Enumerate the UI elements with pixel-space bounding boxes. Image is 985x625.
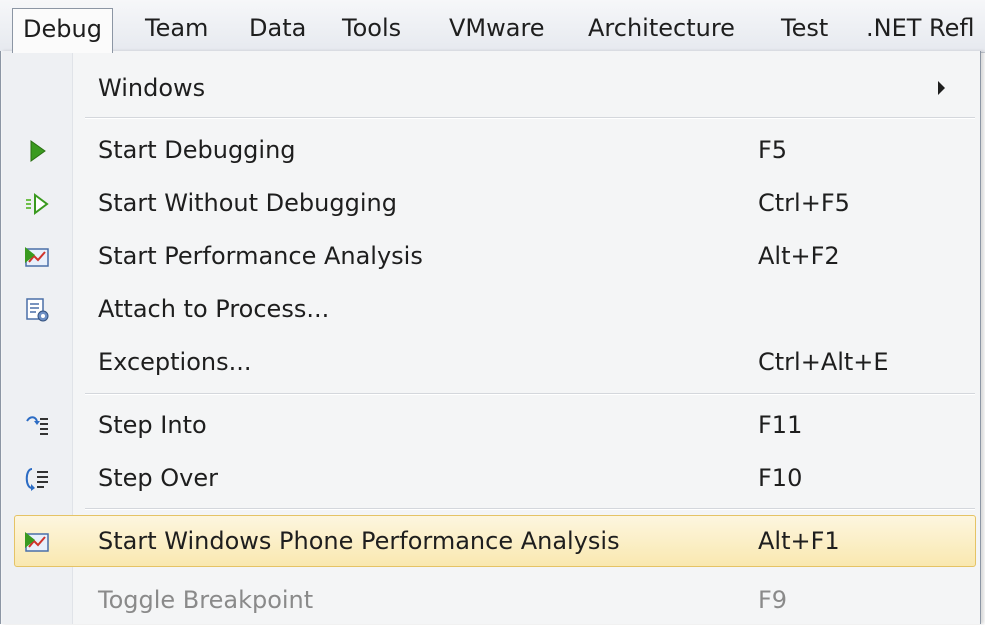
- menu-item-exceptions[interactable]: Exceptions... Ctrl+Alt+E: [2, 337, 979, 387]
- step-into-icon: [24, 413, 50, 439]
- menu-item-shortcut: Ctrl+Alt+E: [758, 348, 889, 376]
- menu-item-label: Step Into: [98, 411, 207, 439]
- debug-dropdown-menu: Windows Start Debugging F5 Start Without…: [0, 51, 981, 624]
- attach-process-icon: [24, 297, 50, 323]
- menu-item-toggle-breakpoint: Toggle Breakpoint F9: [2, 575, 979, 625]
- menu-debug[interactable]: Debug: [12, 8, 113, 53]
- menu-item-shortcut: F10: [758, 464, 803, 492]
- play-outline-icon: [24, 191, 50, 217]
- menu-item-label: Start Without Debugging: [98, 189, 397, 217]
- menu-item-label: Start Performance Analysis: [98, 242, 423, 270]
- menu-item-label: Start Debugging: [98, 136, 296, 164]
- menu-vmware[interactable]: VMware: [449, 12, 545, 44]
- menu-item-shortcut: F9: [758, 586, 788, 614]
- menu-item-shortcut: F11: [758, 411, 803, 439]
- menu-item-start-performance-analysis[interactable]: Start Performance Analysis Alt+F2: [2, 231, 979, 281]
- menu-bar: Debug Team Data Tools VMware Architectur…: [0, 0, 985, 53]
- menu-item-shortcut: F5: [758, 136, 788, 164]
- submenu-arrow-icon: [938, 81, 945, 95]
- step-over-icon: [24, 466, 50, 492]
- menu-item-start-windows-phone-performance-analysis[interactable]: Start Windows Phone Performance Analysis…: [2, 514, 979, 567]
- menu-item-shortcut: Ctrl+F5: [758, 189, 850, 217]
- menu-item-label: Toggle Breakpoint: [98, 586, 314, 614]
- menu-item-start-without-debugging[interactable]: Start Without Debugging Ctrl+F5: [2, 178, 979, 228]
- menu-data[interactable]: Data: [249, 12, 306, 44]
- menu-item-label: Windows: [98, 74, 206, 102]
- menu-item-shortcut: Alt+F2: [758, 242, 840, 270]
- performance-chart-icon: [24, 529, 50, 555]
- menu-separator: [85, 117, 975, 119]
- play-icon: [24, 138, 50, 164]
- menu-item-step-into[interactable]: Step Into F11: [2, 400, 979, 450]
- menu-test[interactable]: Test: [781, 12, 828, 44]
- menu-item-windows[interactable]: Windows: [2, 63, 979, 113]
- menu-item-shortcut: Alt+F1: [758, 527, 840, 555]
- menu-architecture[interactable]: Architecture: [588, 12, 735, 44]
- menu-item-label: Step Over: [98, 464, 218, 492]
- menu-item-label: Exceptions...: [98, 348, 252, 376]
- performance-chart-icon: [24, 244, 50, 270]
- menu-team[interactable]: Team: [145, 12, 208, 44]
- menu-item-step-over[interactable]: Step Over F10: [2, 453, 979, 503]
- menu-tools[interactable]: Tools: [342, 12, 401, 44]
- menu-net-reflector[interactable]: .NET Refl: [866, 12, 975, 44]
- menu-separator: [85, 393, 975, 395]
- menu-item-start-debugging[interactable]: Start Debugging F5: [2, 125, 979, 175]
- menu-item-label: Start Windows Phone Performance Analysis: [98, 527, 620, 555]
- menu-separator: [85, 508, 975, 510]
- menu-item-attach-to-process[interactable]: Attach to Process...: [2, 284, 979, 334]
- menu-item-label: Attach to Process...: [98, 295, 330, 323]
